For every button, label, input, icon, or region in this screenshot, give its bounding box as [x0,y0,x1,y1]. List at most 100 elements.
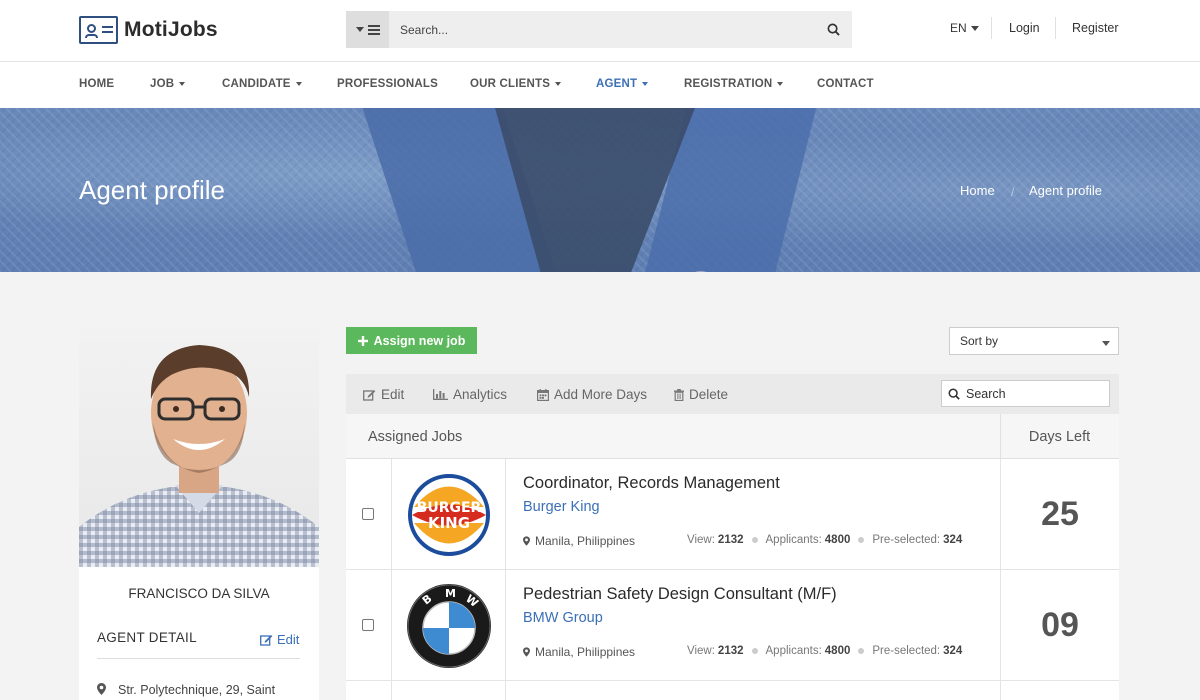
dot-separator [751,648,758,654]
table-row [346,681,1119,700]
plus-icon [357,335,368,346]
caret-down-icon [1102,341,1110,346]
breadcrumb-home[interactable]: Home [960,183,995,198]
analytics-label: Analytics [453,387,508,402]
assign-new-job-button[interactable]: Assign new job [346,327,477,354]
agent-photo [79,327,319,567]
company-link[interactable]: BMW Group [523,610,603,626]
row-checkbox[interactable] [362,619,374,631]
login-link[interactable]: Login [1009,21,1040,35]
page-banner: Agent profile Home / Agent profile [0,108,1200,272]
job-location: Manila, Philippines [523,534,635,548]
svg-text:KING: KING [428,514,470,532]
divider [505,459,506,570]
divider [505,570,506,681]
job-location: Manila, Philippines [523,645,635,659]
caret-down-icon [970,25,979,31]
jobs-search [941,380,1110,407]
agent-name: FRANCISCO DA SILVA [128,586,270,601]
preselected-count: 324 [943,645,963,657]
company-logo-cell: BURGER KING [392,459,506,570]
caret-down-icon [642,82,649,86]
address-text: Str. Polytechnique, 29, Saint [118,683,276,697]
add-more-days-button[interactable]: Add More Days [537,387,647,402]
jobs-table-header: Assigned Jobs Days Left [346,414,1119,459]
page-title: Agent profile [79,175,225,205]
jobs-toolbar: Edit Analytics Add More Days Delete [346,374,1119,414]
company-link[interactable]: Burger King [523,499,600,515]
caret-down-icon [555,82,562,86]
dot-separator [858,537,865,543]
column-header-days: Days Left [1028,429,1091,445]
search-bar [346,11,852,48]
register-link[interactable]: Register [1072,21,1119,35]
map-marker-icon [523,647,530,657]
delete-button[interactable]: Delete [674,387,728,402]
map-marker-icon [523,536,530,546]
applicants-count: 4800 [824,645,851,657]
divider [97,658,300,659]
nav-registration[interactable]: REGISTRATION [684,78,784,90]
row-checkbox[interactable] [362,508,374,520]
edit-label: Edit [277,632,300,647]
search-category-toggle[interactable] [346,11,389,48]
nav-candidate[interactable]: CANDIDATE [222,78,302,90]
search-input[interactable] [389,11,814,48]
menu-icon [367,24,380,35]
job-stats: View: 2132 Applicants: 4800 Pre-selected: 3… [687,534,962,546]
language-selector[interactable]: EN [950,21,979,35]
avatar [79,345,319,567]
nav-label: OUR CLIENTS [470,78,551,90]
delete-label: Delete [689,387,729,402]
nav-professionals[interactable]: PROFESSIONALS [337,78,438,90]
map-marker-icon [97,683,106,695]
sort-by-select[interactable]: Sort by [949,327,1119,355]
nav-contact[interactable]: CONTACT [817,78,874,90]
caret-down-icon [295,82,302,86]
divider [991,17,992,39]
divider [505,681,506,700]
dot-separator [858,648,865,654]
job-title[interactable]: Coordinator, Records Management [523,474,780,493]
breadcrumb-separator: / [1011,185,1015,199]
applicants-label: Applicants: [765,645,822,657]
nav-our-clients[interactable]: OUR CLIENTS [470,78,562,90]
nav-agent[interactable]: AGENT [596,78,649,90]
applicants-count: 4800 [824,534,851,546]
caret-down-icon [777,82,784,86]
preselected-label: Pre-selected: [872,534,941,546]
brand-name: MotiJobs [124,18,218,41]
views-label: View: [687,645,715,657]
location-text: Manila, Philippines [535,534,636,548]
svg-text:M: M [445,587,456,600]
edit-button[interactable]: Edit [363,387,404,402]
analytics-button[interactable]: Analytics [433,387,507,402]
edit-icon [260,634,273,646]
table-row: B M W Pedestrian Safety Design Consultan… [346,570,1119,681]
nav-job[interactable]: JOB [150,78,186,90]
job-title[interactable]: Pedestrian Safety Design Consultant (M/F… [523,585,837,604]
jobs-search-input[interactable] [966,386,1096,401]
language-label: EN [950,21,967,35]
main-nav: HOME JOB CANDIDATE PROFESSIONALS OUR CLI… [0,62,1200,108]
views-count: 2132 [717,534,744,546]
nav-label: HOME [79,78,115,90]
nav-home[interactable]: HOME [79,78,114,90]
breadcrumb-current: Agent profile [1029,183,1102,198]
id-card-icon [79,16,118,44]
views-count: 2132 [717,645,744,657]
dot-separator [751,537,758,543]
nav-label: AGENT [596,78,638,90]
column-header-jobs: Assigned Jobs [368,429,463,445]
preselected-count: 324 [943,534,963,546]
site-logo[interactable]: MotiJobs [79,16,218,44]
top-header: MotiJobs EN Login Register [0,0,1200,62]
trash-icon [674,388,684,401]
search-button[interactable] [814,11,852,48]
search-icon [948,388,960,400]
preselected-label: Pre-selected: [872,645,941,657]
edit-label: Edit [381,387,405,402]
days-left: 25 [1041,495,1079,533]
edit-detail-button[interactable]: Edit [260,632,299,647]
divider [391,681,392,700]
